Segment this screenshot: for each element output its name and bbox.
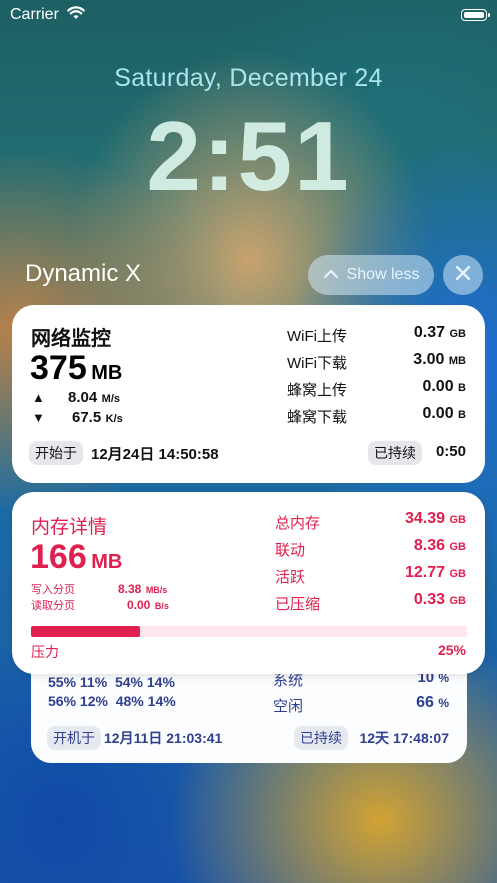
chevron-up-icon [323, 266, 339, 284]
show-less-button[interactable]: Show less [308, 255, 434, 295]
boot-label-chip: 开机于 [47, 726, 101, 750]
wifi-upload-label: WiFi上传 [287, 328, 347, 345]
pressure-label: 压力 [31, 644, 59, 660]
compressed-memory-value: 0.33 GB [413, 591, 466, 608]
wired-memory-label: 联动 [275, 542, 306, 559]
pressure-bar-fill [31, 626, 140, 637]
wifi-icon [67, 6, 85, 25]
page-out-label: 读取分页 [31, 600, 75, 612]
memory-details-card: 内存详情 166 MB 写入分页 8.38 MB/s 读取分页 0.00 B/s… [12, 492, 485, 674]
lock-time: 2:51 [146, 101, 351, 211]
start-label-chip: 开始于 [29, 441, 83, 465]
memory-total: 166 MB [30, 538, 123, 576]
uptime-value: 12天 17:48:07 [359, 730, 449, 746]
cellular-upload-value: 0.00 B [422, 378, 466, 395]
total-memory-value: 34.39 GB [405, 510, 466, 527]
battery-icon [461, 9, 490, 21]
pressure-bar-track [31, 626, 467, 637]
wifi-download-value: 3.00 MB [413, 351, 466, 368]
app-title: Dynamic X [25, 260, 142, 287]
cellular-download-label: 蜂窝下载 [287, 409, 348, 426]
show-less-label: Show less [346, 266, 420, 283]
cpu-usage-row-2: 56% 12% 48% 14% [48, 693, 176, 709]
duration-value: 0:50 [435, 443, 466, 460]
cellular-download-value: 0.00 B [422, 405, 466, 422]
page-out-value: 0.00 B/s [127, 598, 169, 612]
wifi-download-label: WiFi下载 [287, 355, 347, 372]
lock-date: Saturday, December 24 [114, 64, 383, 92]
network-monitor-card: 网络监控 375 MB ▲ 8.04 M/s ▼ 67.5 K/s WiFi上传… [12, 305, 485, 483]
download-arrow-icon: ▼ [32, 410, 45, 425]
close-icon [455, 265, 471, 286]
pressure-value: 25% [437, 642, 466, 658]
cpu-usage-row-1: 55% 11% 54% 14% [48, 674, 175, 690]
duration-label-chip: 已持续 [368, 441, 422, 465]
cpu-idle-label: 空闲 [273, 698, 304, 715]
uptime-label-chip: 已持续 [294, 726, 348, 750]
cellular-upload-label: 蜂窝上传 [287, 382, 348, 399]
upload-arrow-icon: ▲ [32, 390, 45, 405]
total-memory-label: 总内存 [275, 515, 321, 532]
network-title: 网络监控 [31, 328, 111, 350]
compressed-memory-label: 已压缩 [275, 596, 321, 613]
carrier-label: Carrier [10, 6, 59, 23]
start-time: 12月24日 14:50:58 [91, 446, 219, 463]
cpu-idle-value: 66 % [416, 694, 449, 711]
memory-title: 内存详情 [31, 517, 108, 538]
active-memory-value: 12.77 GB [405, 564, 466, 581]
wifi-upload-value: 0.37 GB [413, 324, 466, 341]
network-total: 375 MB [30, 349, 123, 387]
active-memory-label: 活跃 [275, 569, 306, 586]
download-speed: 67.5 K/s [72, 409, 123, 426]
close-button[interactable] [443, 255, 483, 295]
boot-time: 12月11日 21:03:41 [104, 730, 223, 746]
upload-speed: 8.04 M/s [68, 389, 120, 406]
page-in-label: 写入分页 [31, 584, 75, 596]
wired-memory-value: 8.36 GB [413, 537, 466, 554]
